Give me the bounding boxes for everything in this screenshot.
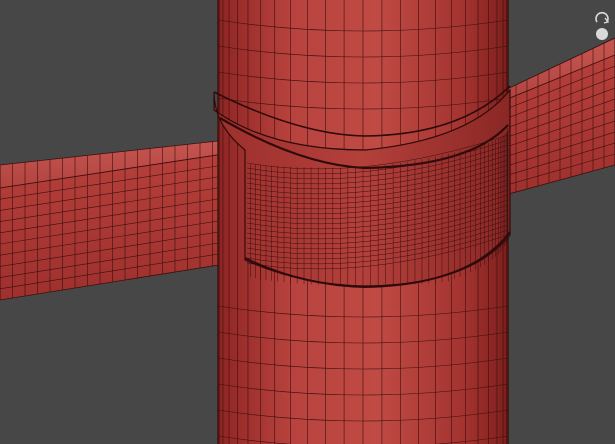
- view-orbit-icon[interactable]: [593, 10, 611, 42]
- right-beam[interactable]: [504, 37, 615, 196]
- left-beam[interactable]: [0, 137, 251, 301]
- 3d-viewport[interactable]: [0, 0, 615, 444]
- viewport-scene[interactable]: [0, 0, 615, 444]
